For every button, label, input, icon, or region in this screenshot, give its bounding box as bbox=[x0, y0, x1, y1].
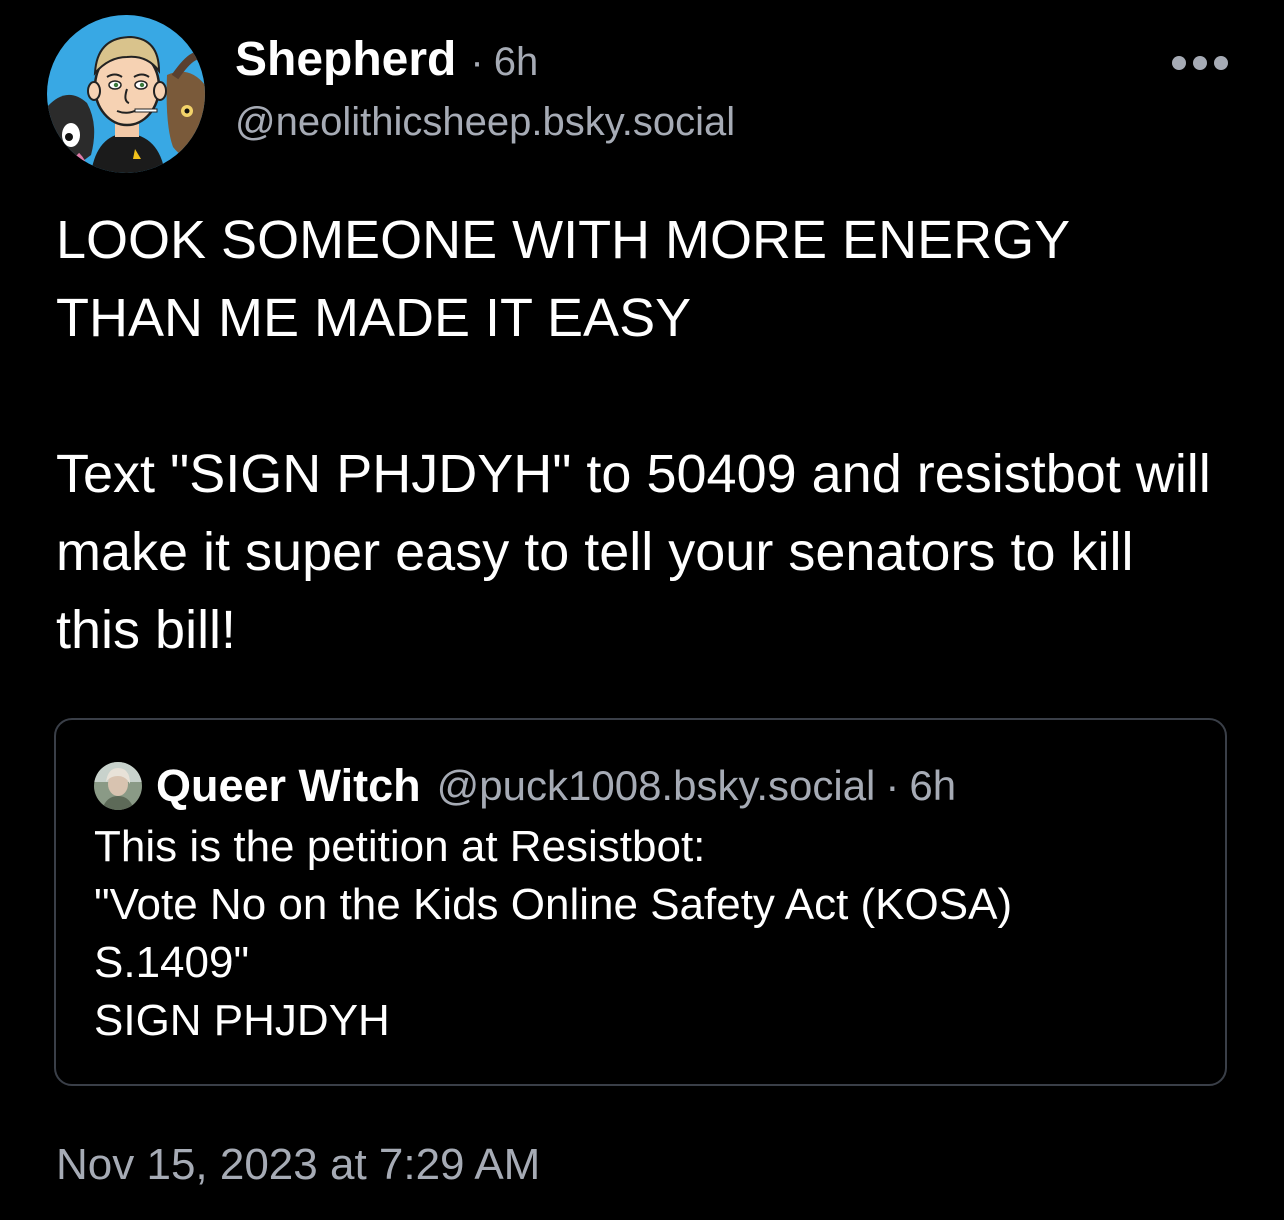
post-paragraph: LOOK SOMEONE WITH MORE ENERGY THAN ME MA… bbox=[56, 210, 1070, 348]
quoted-text-line: "Vote No on the Kids Online Safety Act (… bbox=[94, 880, 1013, 929]
quoted-author-handle[interactable]: @puck1008.bsky.social bbox=[437, 762, 876, 810]
post-body: LOOK SOMEONE WITH MORE ENERGY THAN ME MA… bbox=[56, 201, 1226, 669]
quoted-post-age: 6h bbox=[909, 762, 957, 809]
author-display-name[interactable]: Shepherd bbox=[235, 32, 456, 87]
quoted-meta-separator: · bbox=[885, 762, 900, 809]
post-age[interactable]: 6h bbox=[494, 40, 539, 85]
quoted-text-line: S.1409" bbox=[94, 938, 250, 987]
quoted-author-display-name[interactable]: Queer Witch bbox=[156, 760, 421, 812]
post-paragraph: Text "SIGN PHJDYH" to 50409 and resistbo… bbox=[56, 444, 1211, 660]
quoted-text-line: This is the petition at Resistbot: bbox=[94, 822, 706, 871]
more-options-button[interactable] bbox=[1172, 48, 1228, 78]
ellipsis-dot-icon bbox=[1172, 56, 1186, 70]
quoted-author-avatar[interactable] bbox=[94, 762, 142, 810]
quoted-post-header: Queer Witch @puck1008.bsky.social · 6h bbox=[94, 756, 956, 816]
quoted-text-line: SIGN PHJDYH bbox=[94, 996, 390, 1045]
quoted-post-card[interactable]: Queer Witch @puck1008.bsky.social · 6h T… bbox=[54, 718, 1227, 1086]
author-handle[interactable]: @neolithicsheep.bsky.social bbox=[235, 100, 735, 145]
post-timestamp: Nov 15, 2023 at 7:29 AM bbox=[56, 1140, 541, 1189]
quoted-post-text: This is the petition at Resistbot: "Vote… bbox=[94, 818, 1194, 1050]
photo-avatar-icon bbox=[94, 762, 142, 810]
cartoon-avatar-icon bbox=[47, 15, 205, 173]
ellipsis-dot-icon bbox=[1214, 56, 1228, 70]
ellipsis-dot-icon bbox=[1193, 56, 1207, 70]
post-author-row: Shepherd · 6h bbox=[235, 32, 538, 92]
meta-separator: · bbox=[470, 40, 484, 84]
author-avatar[interactable] bbox=[47, 15, 205, 173]
